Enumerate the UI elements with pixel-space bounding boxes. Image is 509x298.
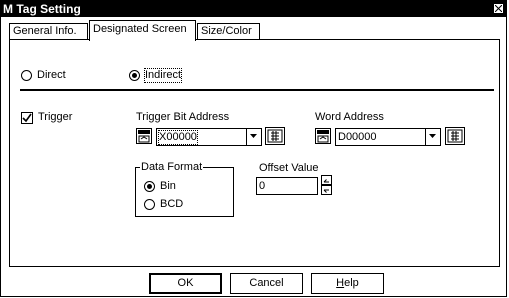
- cancel-button[interactable]: Cancel: [230, 273, 303, 294]
- help-button[interactable]: Help: [311, 273, 384, 294]
- trigger-bit-address-label: Trigger Bit Address: [136, 111, 230, 123]
- tab-size-color-label: Size/Color: [201, 25, 252, 37]
- separator-line: [20, 89, 494, 91]
- bin-radio[interactable]: [144, 181, 155, 192]
- trigger-address-picker-button[interactable]: [136, 128, 152, 144]
- offset-value-label: Offset Value: [259, 162, 319, 174]
- help-button-hotkey: H: [336, 277, 345, 289]
- tab-designated-screen[interactable]: Designated Screen: [89, 20, 196, 41]
- tab-designated-screen-label: Designated Screen: [93, 23, 187, 35]
- bin-label: Bin: [160, 180, 176, 192]
- bcd-label: BCD: [160, 198, 184, 210]
- trigger-label: Trigger: [38, 111, 73, 123]
- title-bar[interactable]: M Tag Setting: [1, 1, 506, 17]
- direct-label: Direct: [37, 69, 66, 81]
- word-address-label: Word Address: [315, 111, 384, 123]
- spin-up-icon: [323, 179, 329, 183]
- word-address-value: D00000: [338, 131, 377, 143]
- help-button-label: elp: [344, 277, 359, 289]
- direct-radio[interactable]: [21, 70, 32, 81]
- offset-value-input[interactable]: 0: [256, 177, 318, 195]
- offset-spinner[interactable]: [321, 175, 332, 195]
- check-icon: [22, 113, 32, 123]
- chevron-down-icon: [250, 134, 257, 138]
- spin-up-button[interactable]: [321, 175, 332, 185]
- window-title: M Tag Setting: [3, 2, 81, 16]
- spin-down-button[interactable]: [321, 185, 332, 195]
- dialog-window: M Tag Setting General Info. Designated S…: [0, 0, 507, 297]
- spin-down-icon: [323, 189, 329, 193]
- close-button[interactable]: [493, 3, 504, 14]
- tab-size-color[interactable]: Size/Color: [197, 23, 260, 40]
- data-format-title: Data Format: [140, 161, 204, 174]
- ok-button-label: OK: [177, 277, 194, 289]
- cancel-button-label: Cancel: [249, 277, 284, 289]
- keypad-icon: [447, 129, 463, 143]
- word-dropdown-button[interactable]: [425, 129, 440, 145]
- trigger-checkbox[interactable]: [21, 112, 33, 124]
- keypad-icon: [267, 129, 283, 143]
- address-picker-icon: [138, 130, 150, 143]
- word-address-picker-button[interactable]: [315, 128, 331, 144]
- close-icon: [495, 5, 502, 12]
- trigger-bit-address-value: X00000: [158, 130, 198, 145]
- tab-general-info[interactable]: General Info.: [9, 23, 88, 40]
- address-picker-icon: [317, 130, 329, 143]
- trigger-dropdown-button[interactable]: [246, 129, 261, 145]
- chevron-down-icon: [429, 134, 436, 138]
- tab-panel: [9, 39, 500, 267]
- tab-general-info-label: General Info.: [13, 25, 77, 37]
- word-keypad-button[interactable]: [445, 127, 465, 145]
- word-address-combo[interactable]: D00000: [335, 128, 441, 146]
- indirect-label: Indirect: [143, 68, 183, 83]
- trigger-bit-address-combo[interactable]: X00000: [156, 128, 262, 146]
- indirect-radio[interactable]: [129, 70, 140, 81]
- offset-value-text: 0: [259, 180, 266, 192]
- bcd-radio[interactable]: [144, 199, 155, 210]
- trigger-keypad-button[interactable]: [265, 127, 285, 145]
- ok-button[interactable]: OK: [149, 273, 222, 294]
